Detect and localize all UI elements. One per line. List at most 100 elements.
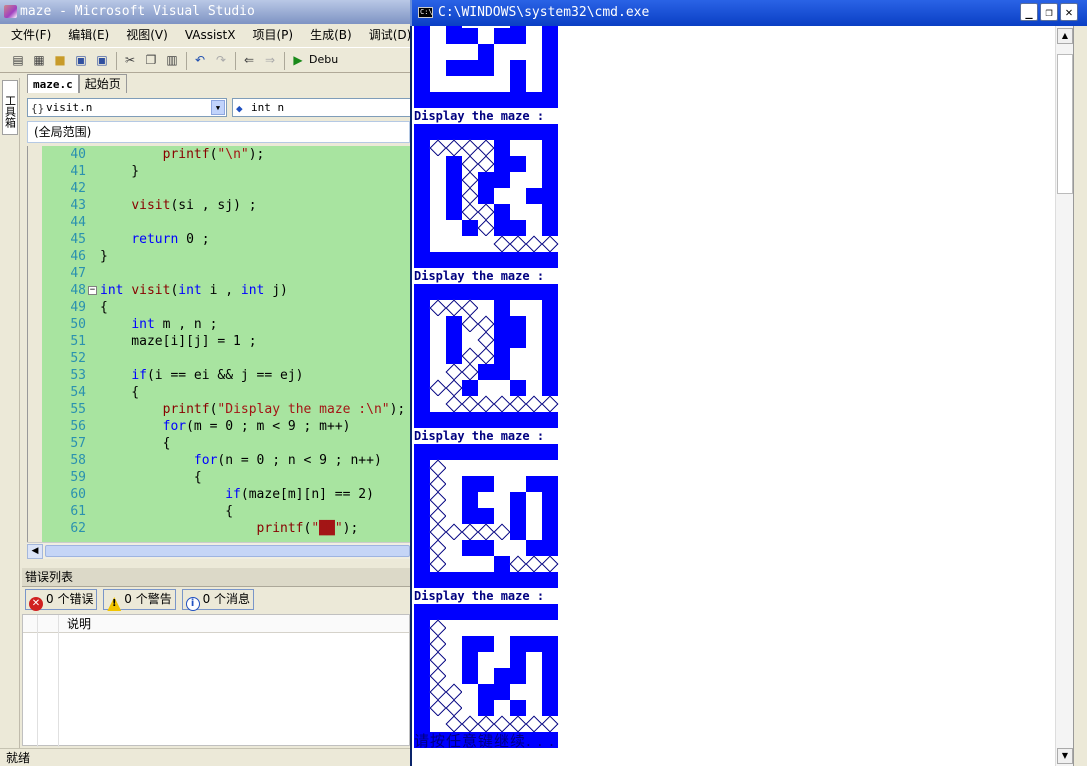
maze-wall-cell xyxy=(414,236,430,252)
scroll-down-icon[interactable]: ▼ xyxy=(1057,748,1073,764)
maze-wall-cell xyxy=(494,284,510,300)
maze-wall-cell xyxy=(494,220,510,236)
code-line[interactable]: 57 { xyxy=(42,435,410,452)
menu-project[interactable]: 项目(P) xyxy=(241,24,299,46)
code-editor[interactable]: 40 printf("\n"); 41 } 42 43 visit(si , sj) … xyxy=(27,146,410,542)
menu-build[interactable]: 生成(B) xyxy=(299,24,358,46)
document-tabs: maze.c 起始页 xyxy=(27,74,410,94)
maze-wall-cell xyxy=(462,412,478,428)
maze-open-cell xyxy=(430,396,446,412)
code-line[interactable]: 61 { xyxy=(42,503,410,520)
maze-open-cell xyxy=(446,492,462,508)
menu-vassistx[interactable]: VAssistX xyxy=(174,24,242,46)
maze-open-cell xyxy=(446,220,462,236)
description-column-header[interactable]: 说明 xyxy=(67,615,91,633)
code-line[interactable]: 56 for(m = 0 ; m < 9 ; m++) xyxy=(42,418,410,435)
code-line[interactable]: 62 printf("██"); xyxy=(42,520,410,537)
member-combo[interactable]: {} visit.n ▼ xyxy=(27,98,227,117)
code-line[interactable]: 54 { xyxy=(42,384,410,401)
maze-wall-cell xyxy=(542,604,558,620)
code-line[interactable]: 59 { xyxy=(42,469,410,486)
copy-icon[interactable]: ❐ xyxy=(142,51,160,69)
line-number: 50 xyxy=(70,317,86,332)
tab-start-page[interactable]: 起始页 xyxy=(78,74,127,93)
errors-filter-button[interactable]: ✕ 0 个错误 xyxy=(25,589,98,611)
menu-debug[interactable]: 调试(D) xyxy=(358,24,410,46)
maze-open-cell xyxy=(494,380,510,396)
console-output[interactable]: Display the maze : Display the maze : Disp… xyxy=(412,26,1055,766)
maze-open-cell xyxy=(510,140,526,156)
save-icon[interactable]: ▣ xyxy=(72,51,90,69)
solution-config-combo[interactable]: Debu xyxy=(309,53,338,66)
navigate-forward-icon[interactable]: ⇒ xyxy=(261,51,279,69)
navigate-back-icon[interactable]: ⇐ xyxy=(240,51,258,69)
maze-path-cell xyxy=(446,524,462,540)
restore-button[interactable]: ❐ xyxy=(1040,3,1058,21)
maze-wall-cell xyxy=(414,380,430,396)
maze-wall-cell xyxy=(494,204,510,220)
messages-filter-button[interactable]: i0 个消息 xyxy=(181,589,255,611)
maze-wall-cell xyxy=(478,444,494,460)
cut-icon[interactable]: ✂ xyxy=(121,51,139,69)
code-line[interactable]: 42 xyxy=(42,180,410,197)
close-button[interactable]: ✕ xyxy=(1060,3,1078,21)
menu-edit[interactable]: 编辑(E) xyxy=(57,24,115,46)
maze-wall-cell xyxy=(414,604,430,620)
maze-path-cell xyxy=(478,204,494,220)
code-line[interactable]: 58 for(n = 0 ; n < 9 ; n++) xyxy=(42,452,410,469)
code-line[interactable]: 55 printf("Display the maze :\n"); xyxy=(42,401,410,418)
maze-wall-cell xyxy=(446,316,462,332)
code-line[interactable]: 45 return 0 ; xyxy=(42,231,410,248)
cmd-title-text: C:\WINDOWS\system32\cmd.exe xyxy=(438,5,650,20)
code-line[interactable]: 43 visit(si , sj) ; xyxy=(42,197,410,214)
code-line[interactable]: 46} xyxy=(42,248,410,265)
code-line[interactable]: 49 { xyxy=(42,299,410,316)
maze-path-cell xyxy=(446,300,462,316)
redo-icon[interactable]: ↷ xyxy=(212,51,230,69)
console-vertical-scrollbar[interactable]: ▲ ▼ xyxy=(1055,26,1073,766)
code-line[interactable]: 41 } xyxy=(42,163,410,180)
code-line[interactable]: 51 maze[i][j] = 1 ; xyxy=(42,333,410,350)
console-scroll-thumb[interactable] xyxy=(1057,54,1073,194)
start-debug-icon[interactable]: ▶ xyxy=(289,51,307,69)
new-project-icon[interactable]: ▤ xyxy=(9,51,27,69)
code-line[interactable]: 47 xyxy=(42,265,410,282)
toolbox-tab[interactable]: 工具箱 xyxy=(2,80,18,135)
scroll-left-icon[interactable]: ◀ xyxy=(27,544,43,559)
maze-open-cell xyxy=(510,364,526,380)
code-line[interactable]: 50 int m , n ; xyxy=(42,316,410,333)
paste-icon[interactable]: ▥ xyxy=(163,51,181,69)
code-line[interactable]: 52 xyxy=(42,350,410,367)
maze-path-cell xyxy=(478,716,494,732)
minimize-button[interactable]: _ xyxy=(1020,3,1038,21)
type-combo[interactable]: ◆ int n xyxy=(232,98,410,117)
cmd-title-bar[interactable]: C:\ C:\WINDOWS\system32\cmd.exe _ ❐ ✕ xyxy=(410,0,1087,26)
open-file-icon[interactable]: ■ xyxy=(51,51,69,69)
maze-open-cell xyxy=(494,60,510,76)
maze-wall-cell xyxy=(542,220,558,236)
collapse-icon[interactable]: − xyxy=(88,286,97,295)
tab-maze-c[interactable]: maze.c xyxy=(27,74,79,93)
maze-open-cell xyxy=(494,76,510,92)
scroll-up-icon[interactable]: ▲ xyxy=(1057,28,1073,44)
menu-file[interactable]: 文件(F) xyxy=(0,24,57,46)
code-line[interactable]: 60 if(maze[m][n] == 2) xyxy=(42,486,410,503)
member-combo-value: visit.n xyxy=(46,101,93,114)
maze-wall-cell xyxy=(446,332,462,348)
code-line[interactable]: 53 if(i == ei && j == ej) xyxy=(42,367,410,384)
chevron-down-icon[interactable]: ▼ xyxy=(211,100,225,115)
code-line[interactable]: 40 printf("\n"); xyxy=(42,146,410,163)
code-line[interactable]: 44 xyxy=(42,214,410,231)
editor-horizontal-scrollbar[interactable]: ◀ xyxy=(27,542,410,559)
vs-title-bar[interactable]: maze - Microsoft Visual Studio xyxy=(0,0,410,24)
add-item-icon[interactable]: ▦ xyxy=(30,51,48,69)
warnings-filter-button[interactable]: ! 0 个警告 xyxy=(103,589,176,611)
code-line[interactable]: 48− int visit(int i , int j) xyxy=(42,282,410,299)
scroll-thumb[interactable] xyxy=(45,545,410,557)
undo-icon[interactable]: ↶ xyxy=(191,51,209,69)
scope-combo[interactable]: (全局范围) xyxy=(27,121,410,143)
menu-view[interactable]: 视图(V) xyxy=(115,24,174,46)
save-all-icon[interactable]: ▣ xyxy=(93,51,111,69)
maze-path-cell xyxy=(446,716,462,732)
code-text: for(n = 0 ; n < 9 ; n++) xyxy=(193,453,382,468)
